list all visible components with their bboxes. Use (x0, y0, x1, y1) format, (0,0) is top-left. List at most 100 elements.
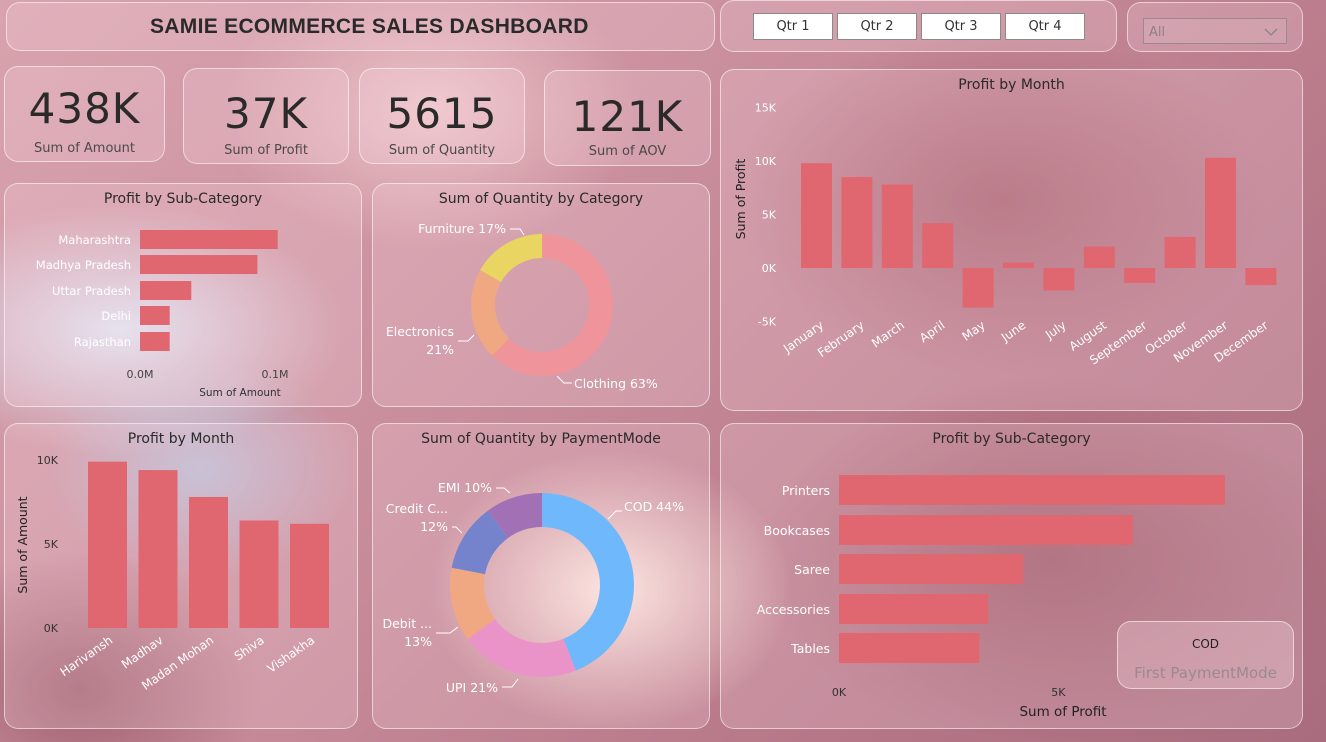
leader-line (510, 228, 525, 236)
bar (839, 475, 1225, 505)
tick-label: 0K (762, 262, 777, 275)
slice-label: Debit ... (382, 616, 432, 631)
tick-label: 15K (755, 102, 777, 115)
bar (841, 177, 873, 268)
bar (1083, 246, 1115, 268)
bar (189, 496, 228, 628)
category-label: Delhi (101, 309, 131, 323)
payment-donut-chart: COD 44% EMI 10% Credit C... 12% Debit ... 13%… (382, 480, 684, 695)
slice-label: EMI 10% (438, 480, 492, 495)
bar (839, 554, 1024, 584)
category-label: Accessories (757, 602, 830, 617)
bar (839, 594, 989, 624)
bar (1124, 268, 1156, 283)
slice-label: UPI 21% (446, 680, 498, 695)
category-label: Uttar Pradesh (52, 284, 131, 298)
category-label: Vishakha (265, 633, 318, 676)
quarter-button-2[interactable]: Qtr 2 (837, 13, 917, 40)
first-paymentmode-card: COD First PaymentMode (1117, 621, 1294, 689)
bar (922, 223, 954, 268)
leader-line (496, 487, 511, 494)
bar (881, 184, 913, 268)
bar (88, 461, 127, 628)
category-label: Printers (782, 483, 830, 498)
kpi-card-amount: 438K Sum of Amount (4, 66, 165, 162)
slice-label: Credit C... (386, 501, 448, 516)
donut-slice (480, 234, 542, 282)
donut-slice (471, 270, 510, 356)
kpi-value: 37K (224, 89, 308, 138)
quarter-button-1[interactable]: Qtr 1 (753, 13, 833, 40)
quarter-button-4[interactable]: Qtr 4 (1005, 13, 1085, 40)
slice-label: 13% (404, 634, 432, 649)
dropdown-select[interactable]: All (1143, 18, 1287, 44)
tick-label: 10K (755, 155, 777, 168)
bar (140, 281, 192, 300)
card-label: First PaymentMode (1134, 664, 1277, 682)
leader-line (458, 334, 475, 342)
tick-label: 5K (1051, 686, 1066, 699)
category-label: Shiva (232, 633, 267, 663)
bar (1043, 268, 1075, 291)
category-label: Tables (790, 641, 830, 656)
category-label: February (815, 318, 867, 360)
category-label: Rajasthan (74, 335, 131, 349)
leader-line (556, 375, 572, 384)
slice-label: 12% (420, 519, 448, 534)
tick-label: 5K (44, 538, 59, 551)
card-value: COD (1191, 637, 1220, 651)
kpi-label: Sum of Quantity (388, 143, 496, 158)
kpi-label: Sum of Profit (224, 143, 308, 158)
slice-label: 21% (426, 342, 454, 357)
bar (1205, 157, 1236, 268)
tick-label: 10K (37, 454, 59, 467)
kpi-label: Sum of AOV (588, 144, 667, 159)
axis-title: Sum of Amount (199, 387, 281, 399)
category-label: April (917, 318, 948, 345)
bar (1003, 262, 1034, 268)
quarter-button-3[interactable]: Qtr 3 (921, 13, 1001, 40)
category-label: Madhav (119, 633, 166, 672)
dropdown-value: All (1149, 25, 1166, 40)
leader-line (436, 626, 459, 634)
category-label: Harivansh (58, 633, 116, 679)
bar (839, 633, 980, 663)
chevron-down-icon (1264, 28, 1278, 36)
bar (1245, 268, 1277, 286)
tick-label: 0.0M (127, 368, 154, 381)
axis-title: Sum of Profit (1019, 704, 1106, 720)
axis-title: Sum of Profit (733, 159, 748, 240)
category-donut-chart: Furniture 17% Electronics 21% Clothing 63% (386, 221, 658, 391)
month-profit-chart: 15K10K5K0K-5KSum of ProfitJanuaryFebruar… (733, 102, 1277, 368)
donut-slice (467, 619, 576, 677)
slice-label: Furniture 17% (418, 221, 506, 236)
bar (140, 306, 170, 325)
tick-label: 0K (832, 686, 847, 699)
leader-line (607, 510, 622, 520)
kpi-card-aov: 121K Sum of AOV (544, 70, 711, 166)
kpi-value: 121K (571, 92, 684, 141)
category-label: Saree (794, 562, 830, 577)
kpi-card-quantity: 5615 Sum of Quantity (359, 68, 525, 164)
tick-label: 0.1M (262, 368, 289, 381)
slice-label: COD 44% (624, 499, 684, 514)
axis-title: Sum of Amount (15, 496, 30, 593)
category-label: June (998, 318, 1028, 345)
kpi-value: 438K (28, 84, 141, 133)
kpi-value: 5615 (386, 89, 498, 138)
category-label: March (869, 318, 907, 350)
category-label: Madhya Pradesh (36, 258, 131, 272)
kpi-label: Sum of Amount (33, 141, 136, 156)
bar (138, 470, 178, 628)
state-bar-chart: Maharashtra Madhya Pradesh Uttar Pradesh De… (36, 230, 289, 399)
category-label: Maharashtra (58, 233, 131, 247)
leader-line (502, 678, 519, 688)
leader-line (452, 526, 463, 534)
bar (140, 230, 278, 249)
title-panel: SAMIE ECOMMERCE SALES DASHBOARD (6, 2, 715, 51)
tick-label: 0K (44, 622, 59, 635)
category-label: May (959, 318, 987, 344)
bar (140, 332, 170, 351)
person-bar-chart: 10K5K0KSum of AmountHarivansh MadhavMadan… (15, 454, 329, 693)
bar (1164, 236, 1196, 268)
